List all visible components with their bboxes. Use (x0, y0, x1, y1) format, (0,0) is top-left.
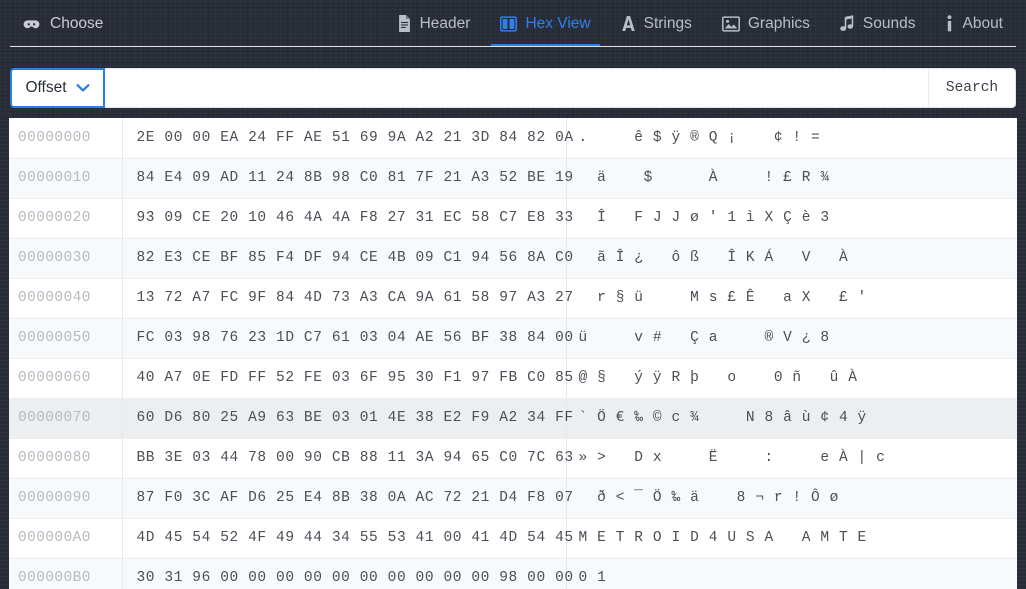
cell-hex-bytes: 84 E4 09 AD 11 24 8B 98 C0 81 7F 21 A3 5… (122, 158, 573, 199)
search-bar: Offset Search (10, 68, 1016, 108)
tab-hex-view[interactable]: Hex View (485, 0, 605, 47)
table-row[interactable]: 00000090 87 F0 3C AF D6 25 E4 8B 38 0A AC… (0, 478, 1026, 519)
cell-offset: 00000010 (0, 158, 123, 199)
table-row[interactable]: 00000010 84 E4 09 AD 11 24 8B 98 C0 81 7F… (0, 158, 1026, 199)
table-row[interactable]: 00000020 93 09 CE 20 10 46 4A 4A F8 27 31… (0, 198, 1026, 239)
table-row[interactable]: 00000070 60 D6 80 25 A9 63 BE 03 01 4E 38… (0, 398, 1026, 439)
cell-offset: 00000070 (0, 398, 123, 439)
cell-ascii: ü v # Ç a ® V ¿ 8 (566, 318, 1026, 359)
cell-offset: 00000030 (0, 238, 123, 279)
tab-about[interactable]: About (930, 0, 1018, 47)
cell-offset: 000000A0 (0, 518, 123, 559)
cell-hex-bytes: 40 A7 0E FD FF 52 FE 03 6F 95 30 F1 97 F… (122, 358, 573, 399)
search-button[interactable]: Search (928, 68, 1016, 108)
gamepad-icon (22, 14, 41, 33)
search-mode-label: Offset (25, 79, 67, 96)
search-mode-select[interactable]: Offset (10, 68, 105, 108)
choose-button[interactable]: Choose (22, 14, 103, 33)
cell-offset: 00000060 (0, 358, 123, 399)
tab-strings[interactable]: Strings (606, 0, 707, 47)
tab-strings-label: Strings (643, 14, 692, 32)
cell-ascii: r § ü M s £ Ê a X £ ' (566, 278, 1026, 319)
cell-ascii: ã Î ¿ ô ß Î K Á V À (566, 238, 1026, 279)
choose-label: Choose (50, 14, 104, 32)
cell-ascii: ð < ¯ Ö ‰ ä 8 ¬ r ! Ô ø (566, 478, 1026, 519)
cell-hex-bytes: 13 72 A7 FC 9F 84 4D 73 A3 CA 9A 61 58 9… (122, 278, 573, 319)
cell-offset: 00000020 (0, 198, 123, 239)
table-row[interactable]: 00000000 2E 00 00 EA 24 FF AE 51 69 9A A2… (0, 118, 1026, 159)
cell-hex-bytes: 2E 00 00 EA 24 FF AE 51 69 9A A2 21 3D 8… (122, 118, 573, 159)
cell-ascii: . ê $ ÿ ® Q ¡ ¢ ! = (566, 118, 1026, 159)
table-row[interactable]: 00000030 82 E3 CE BF 85 F4 DF 94 CE 4B 09… (0, 238, 1026, 279)
hex-table: 00000000 2E 00 00 EA 24 FF AE 51 69 9A A2… (0, 118, 1026, 589)
cell-offset: 00000090 (0, 478, 123, 519)
cell-hex-bytes: FC 03 98 76 23 1D C7 61 03 04 AE 56 BF 3… (122, 318, 573, 359)
hex-editor-app: Choose Header Hex View Strings Graphics … (0, 0, 1026, 589)
right-rail (1017, 118, 1026, 589)
cell-hex-bytes: 93 09 CE 20 10 46 4A 4A F8 27 31 EC 58 C… (122, 198, 573, 239)
cell-offset: 00000040 (0, 278, 123, 319)
hex-table-body: 00000000 2E 00 00 EA 24 FF AE 51 69 9A A2… (0, 118, 1026, 589)
cell-offset: 00000050 (0, 318, 123, 359)
cell-offset: 00000080 (0, 438, 123, 479)
cell-hex-bytes: 4D 45 54 52 4F 49 44 34 55 53 41 00 41 4… (122, 518, 573, 559)
cell-offset: 00000000 (0, 118, 123, 159)
cell-ascii: ä $ À ! £ R ¾ (566, 158, 1026, 199)
tab-graphics-label: Graphics (747, 14, 810, 32)
hex-view-panel: 00000000 2E 00 00 EA 24 FF AE 51 69 9A A2… (0, 118, 1026, 589)
table-row[interactable]: 00000050 FC 03 98 76 23 1D C7 61 03 04 AE… (0, 318, 1026, 359)
cell-ascii: M E T R O I D 4 U S A A M T E (566, 518, 1026, 559)
cell-offset: 000000B0 (0, 558, 123, 589)
left-rail (0, 118, 9, 589)
table-row[interactable]: 000000A0 4D 45 54 52 4F 49 44 34 55 53 41… (0, 518, 1026, 559)
navbar-divider (10, 46, 1016, 47)
cell-hex-bytes: 30 31 96 00 00 00 00 00 00 00 00 00 00 9… (122, 558, 573, 589)
chevron-down-icon (76, 83, 90, 93)
cell-hex-bytes: 87 F0 3C AF D6 25 E4 8B 38 0A AC 72 21 D… (122, 478, 573, 519)
cell-hex-bytes: 60 D6 80 25 A9 63 BE 03 01 4E 38 E2 F9 A… (122, 398, 573, 439)
tab-hex-view-label: Hex View (525, 14, 591, 32)
cell-ascii: 0 1 (566, 558, 1026, 589)
table-row[interactable]: 00000060 40 A7 0E FD FF 52 FE 03 6F 95 30… (0, 358, 1026, 399)
music-note-icon (840, 15, 855, 32)
cell-hex-bytes: BB 3E 03 44 78 00 90 CB 88 11 3A 94 65 C… (122, 438, 573, 479)
table-row[interactable]: 00000080 BB 3E 03 44 78 00 90 CB 88 11 3A… (0, 438, 1026, 479)
cell-hex-bytes: 82 E3 CE BF 85 F4 DF 94 CE 4B 09 C1 94 5… (122, 238, 573, 279)
tab-sounds[interactable]: Sounds (825, 0, 931, 47)
letter-a-icon (621, 15, 636, 32)
tab-graphics[interactable]: Graphics (707, 0, 825, 47)
nav-tabs: Header Hex View Strings Graphics Sounds … (382, 0, 1018, 47)
search-input[interactable] (105, 68, 928, 108)
cell-ascii: Î F J J ø ' 1 ì X Ç è 3 (566, 198, 1026, 239)
navbar: Choose Header Hex View Strings Graphics … (0, 0, 1026, 47)
tab-about-label: About (962, 14, 1003, 32)
columns-icon (500, 15, 518, 32)
table-row[interactable]: 00000040 13 72 A7 FC 9F 84 4D 73 A3 CA 9A… (0, 278, 1026, 319)
tab-sounds-label: Sounds (862, 14, 916, 32)
tab-header[interactable]: Header (382, 0, 486, 47)
table-row[interactable]: 000000B0 30 31 96 00 00 00 00 00 00 00 00… (0, 558, 1026, 589)
top-shell: Choose Header Hex View Strings Graphics … (0, 0, 1026, 118)
cell-ascii: @ § ý ÿ R þ o 0 ñ û À (566, 358, 1026, 399)
cell-ascii: » > D x Ë : e À | c (566, 438, 1026, 479)
info-icon (945, 15, 954, 32)
file-icon (397, 15, 412, 32)
cell-ascii: ` Ö € ‰ © c ¾ N 8 â ù ¢ 4 ÿ (566, 398, 1026, 439)
image-icon (721, 15, 740, 32)
tab-header-label: Header (419, 14, 471, 32)
